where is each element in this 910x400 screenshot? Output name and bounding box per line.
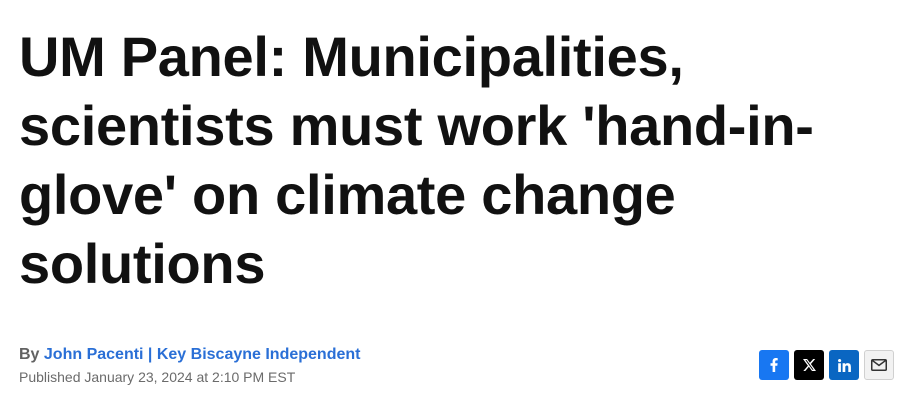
byline: By John Pacenti | Key Biscayne Independe… [19,344,619,366]
share-facebook-button[interactable] [759,350,789,380]
linkedin-icon [837,358,851,372]
article-headline: UM Panel: Municipalities, scientists mus… [19,25,814,295]
facebook-icon [770,358,778,372]
share-bar [759,350,894,380]
share-x-button[interactable] [794,350,824,380]
byline-prefix: By [19,346,44,363]
share-linkedin-button[interactable] [829,350,859,380]
x-icon [802,359,816,371]
author-link[interactable]: John Pacenti | Key Biscayne Independent [44,346,361,363]
byline-block: By John Pacenti | Key Biscayne Independe… [19,344,619,387]
published-timestamp: Published January 23, 2024 at 2:10 PM ES… [19,369,296,385]
email-icon [871,359,887,371]
share-email-button[interactable] [864,350,894,380]
